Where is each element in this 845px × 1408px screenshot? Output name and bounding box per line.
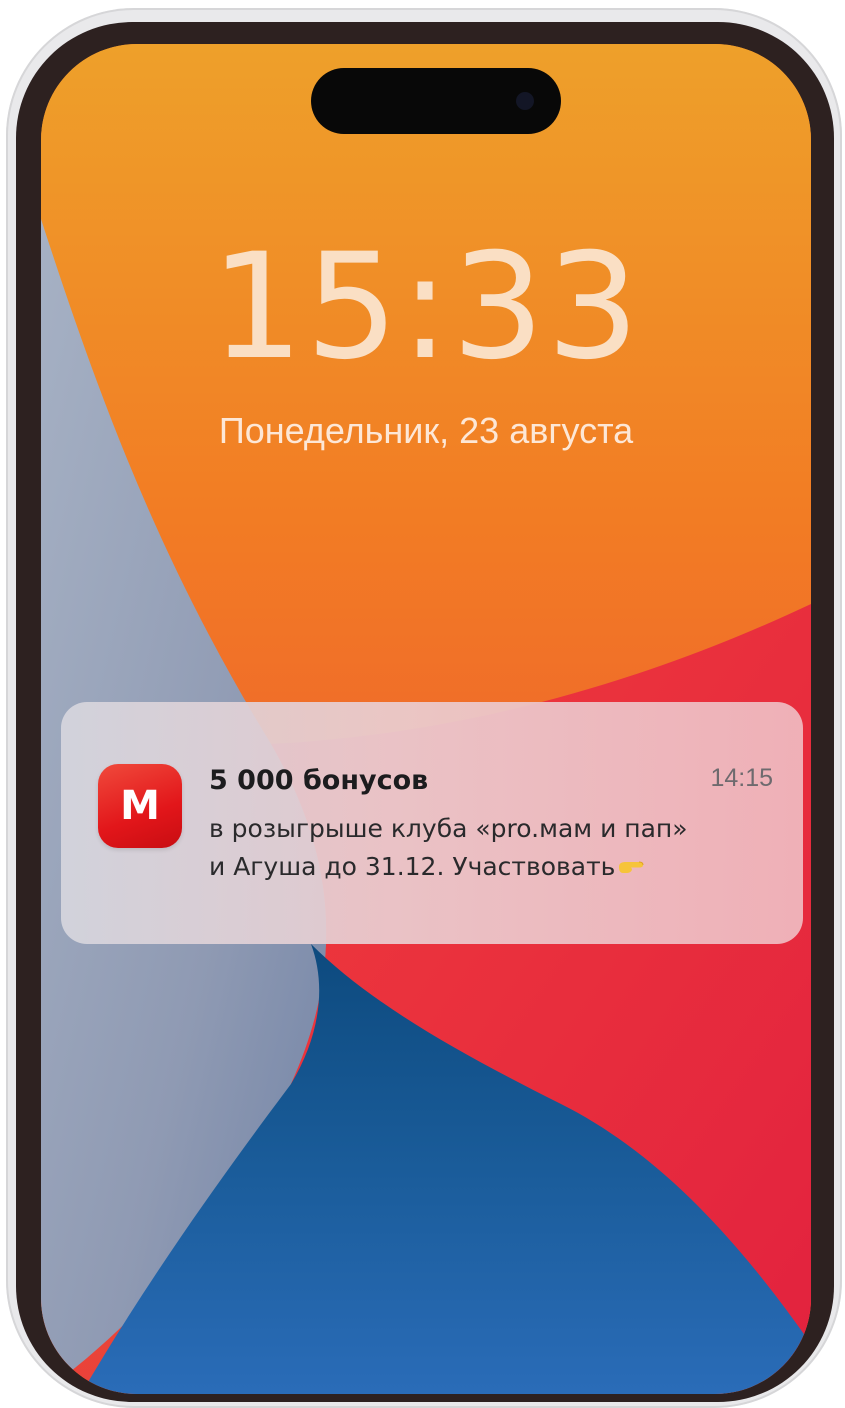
backhand-pointing-right-icon <box>619 861 644 873</box>
notification-body-line-1: в розыгрыше клуба «pro.мам и пап» <box>209 814 688 843</box>
app-icon[interactable]: M <box>98 764 182 848</box>
push-notification[interactable]: M 5 000 бонусов 14:15 в розыгрыше клуба … <box>61 702 803 944</box>
lockscreen-clock: 15:33 <box>210 222 642 392</box>
front-camera <box>516 92 534 110</box>
notification-time: 14:15 <box>710 764 773 792</box>
notification-body-line-2-wrap: и Агуша до 31.12. Участвовать <box>209 848 769 886</box>
lockscreen-date: Понедельник, 23 августа <box>218 410 634 451</box>
notification-body: в розыгрыше клуба «pro.мам и пап» и Агуш… <box>209 810 769 886</box>
lock-screen: 15:33 Понедельник, 23 августа M 5 000 бо… <box>41 44 811 1394</box>
dynamic-island <box>311 68 561 134</box>
app-icon-letter: M <box>120 783 160 829</box>
notification-body-line-2: и Агуша до 31.12. Участвовать <box>209 852 616 881</box>
notification-title: 5 000 бонусов <box>209 765 429 796</box>
